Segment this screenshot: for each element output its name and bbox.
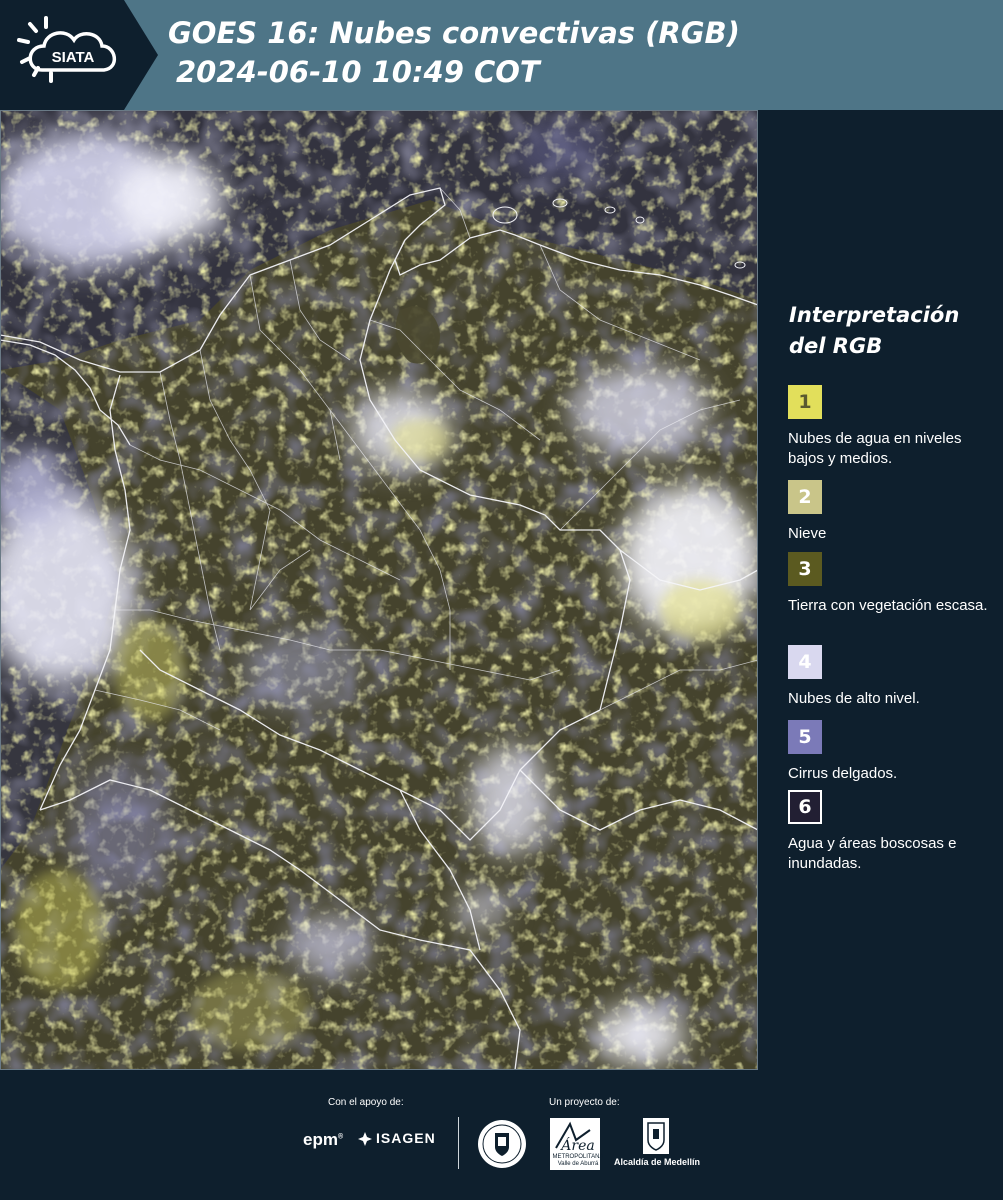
- legend-swatch: 5: [788, 720, 822, 754]
- alcaldia-shield-icon: [643, 1118, 669, 1154]
- legend-title: Interpretación del RGB: [789, 303, 960, 358]
- title-timestamp: 2024-06-10 10:49 COT: [176, 55, 540, 89]
- legend-label: Agua y áreas boscosas e inundadas.: [788, 835, 957, 872]
- isagen-star-icon: [358, 1132, 372, 1146]
- isagen-logo: ISAGEN: [376, 1130, 436, 1146]
- project-label: Un proyecto de:: [549, 1097, 620, 1108]
- area-metropolitana-text: METROPOLITANA Valle de Aburrá: [552, 1154, 604, 1167]
- legend-swatch: 1: [788, 385, 822, 419]
- legend-label: Nubes de alto nivel.: [788, 690, 920, 707]
- legend-item: 5 Cirrus delgados.: [788, 720, 998, 784]
- siata-logo-text: SIATA: [52, 49, 95, 66]
- legend-label: Tierra con vegetación escasa.: [788, 597, 988, 614]
- legend-swatch: 4: [788, 645, 822, 679]
- legend-swatch: 3: [788, 552, 822, 586]
- legend-panel: Interpretación del RGB 1 Nubes de agua en…: [758, 110, 1003, 1070]
- legend-item: 6 Agua y áreas boscosas e inundadas.: [788, 790, 998, 874]
- alcaldia-medellin-text: Alcaldía de Medellín: [614, 1157, 701, 1167]
- medellin-seal-icon: [478, 1120, 526, 1168]
- legend-item: 3 Tierra con vegetación escasa.: [788, 552, 998, 616]
- legend-swatch: 2: [788, 480, 822, 514]
- satellite-map: [0, 110, 758, 1070]
- legend-label: Nieve: [788, 525, 827, 542]
- siata-logo: SIATA: [0, 0, 158, 110]
- legend-label: Cirrus delgados.: [788, 765, 898, 782]
- svg-text:Área: Área: [559, 1136, 594, 1154]
- epm-logo: epm®: [303, 1130, 344, 1149]
- header: SIATA GOES 16: Nubes convectivas (RGB) 2…: [0, 0, 1003, 110]
- footer-divider: [458, 1117, 459, 1169]
- legend-item: 2 Nieve: [788, 480, 998, 544]
- legend-label: Nubes de agua en niveles bajos y medios.: [788, 430, 962, 467]
- legend-swatch: 6: [788, 790, 822, 824]
- support-label: Con el apoyo de:: [328, 1097, 404, 1108]
- legend-item: 1 Nubes de agua en niveles bajos y medios…: [788, 385, 998, 469]
- footer: Con el apoyo de: Un proyecto de: epm® IS…: [0, 1070, 1003, 1200]
- legend-item: 4 Nubes de alto nivel.: [788, 645, 998, 709]
- title-line1: GOES 16: Nubes convectivas (RGB): [168, 16, 740, 50]
- page-title: GOES 16: Nubes convectivas (RGB) 2024-06…: [168, 14, 740, 92]
